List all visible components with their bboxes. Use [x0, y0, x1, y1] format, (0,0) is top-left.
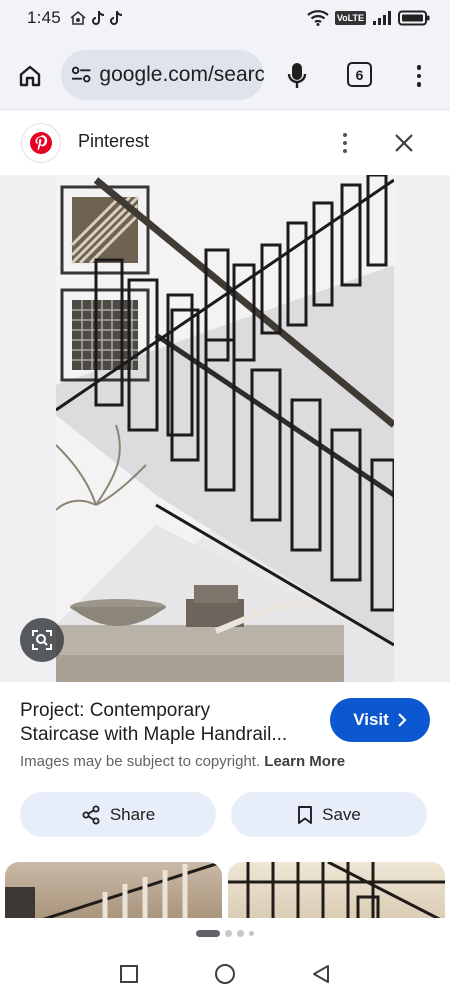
page-dot: [237, 930, 244, 937]
share-button[interactable]: Share: [20, 792, 216, 837]
status-time: 1:45: [27, 8, 61, 27]
status-notification-icons: [69, 10, 123, 26]
volte-badge: VoLTE: [334, 11, 366, 25]
copyright-text: Images may be subject to copyright.: [20, 753, 261, 770]
related-image-art: [228, 862, 445, 918]
pinterest-icon: [30, 132, 52, 154]
related-image-art: [5, 862, 222, 918]
tiktok-icon: [91, 11, 104, 25]
signal-icon: [373, 11, 391, 25]
more-dot: [342, 140, 348, 146]
pinterest-logo[interactable]: [21, 123, 61, 163]
chevron-right-icon: [398, 713, 407, 727]
circle-icon: [215, 964, 235, 984]
result-title-line-2: Staircase with Maple Handrail...: [20, 724, 288, 745]
copyright-notice: Images may be subject to copyright. Lear…: [20, 753, 345, 770]
more-dot: [342, 148, 348, 154]
menu-dot: [416, 65, 422, 70]
back-triangle-icon: [313, 965, 329, 983]
battery-icon: [398, 10, 430, 26]
related-images-strip: [0, 862, 450, 918]
tiktok-icon: [109, 11, 122, 25]
menu-dot: [416, 82, 422, 87]
page-dot: [225, 930, 232, 937]
page-dot: [249, 931, 254, 936]
close-icon: [395, 134, 413, 152]
square-icon: [120, 965, 138, 983]
related-image-thumbnail[interactable]: [5, 862, 222, 918]
visit-button[interactable]: Visit: [330, 698, 430, 742]
related-image-thumbnail[interactable]: [228, 862, 445, 918]
staircase-image[interactable]: [56, 175, 394, 682]
bookmark-icon: [298, 805, 313, 824]
home-button[interactable]: [14, 60, 46, 92]
home-assistant-icon: [70, 10, 86, 25]
status-system-icons: VoLTE: [307, 10, 430, 26]
recent-apps-button[interactable]: [117, 962, 141, 986]
share-icon: [82, 805, 100, 824]
google-lens-button[interactable]: [20, 618, 64, 662]
save-button[interactable]: Save: [231, 792, 427, 837]
tab-switcher-button[interactable]: 6: [347, 62, 372, 87]
close-button[interactable]: [390, 129, 418, 157]
browser-menu-button[interactable]: [409, 60, 429, 92]
menu-dot: [416, 73, 422, 79]
wifi-icon: [307, 10, 329, 26]
carousel-page-indicator: [0, 930, 450, 937]
more-dot: [342, 132, 348, 138]
share-label: Share: [109, 804, 156, 824]
microphone-icon: [287, 63, 307, 88]
lens-icon: [32, 630, 52, 650]
result-title[interactable]: Project: Contemporary Staircase with Map…: [20, 699, 320, 747]
status-bar: 1:45 VoLTE: [0, 0, 450, 36]
learn-more-link[interactable]: Learn More: [264, 753, 345, 770]
result-title-line-1: Project: Contemporary: [20, 700, 211, 721]
staircase-illustration: [56, 175, 394, 682]
source-more-button[interactable]: [336, 129, 354, 157]
visit-label: Visit: [353, 710, 389, 729]
browser-toolbar: google.com/search 6: [0, 36, 450, 110]
system-navigation-bar: [0, 945, 450, 1000]
home-icon: [19, 65, 41, 87]
source-header: Pinterest: [0, 111, 450, 175]
back-button[interactable]: [309, 962, 333, 986]
home-nav-button[interactable]: [213, 962, 237, 986]
image-preview-area: [0, 175, 450, 682]
url-text: google.com/search: [99, 63, 264, 86]
page-dot-active: [196, 930, 220, 937]
site-settings-icon[interactable]: [71, 65, 91, 85]
save-label: Save: [322, 804, 361, 824]
address-bar[interactable]: google.com/search: [61, 50, 264, 100]
voice-search-button[interactable]: [283, 60, 311, 92]
source-name[interactable]: Pinterest: [78, 131, 149, 152]
